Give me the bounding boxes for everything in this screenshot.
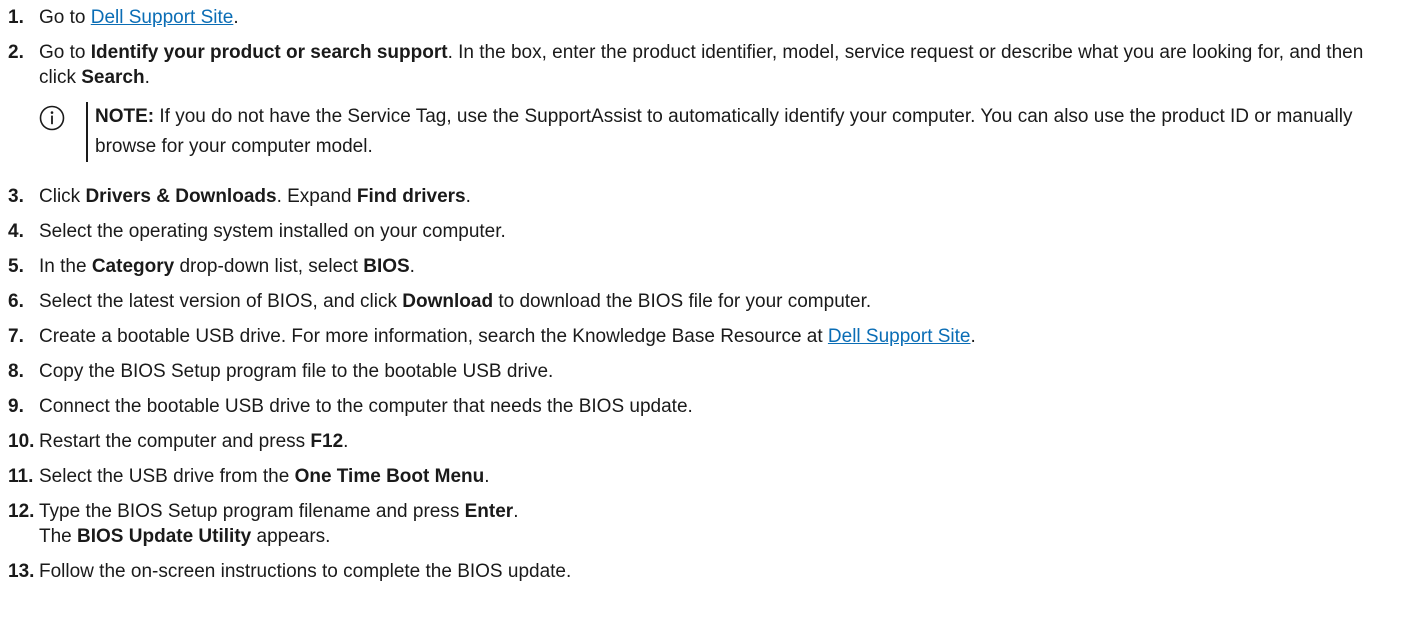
step-number: 5. (8, 256, 24, 277)
note-divider (86, 102, 88, 162)
step-1: 1. Go to Dell Support Site. (8, 7, 239, 28)
step-11: 11. Select the USB drive from the One Ti… (8, 466, 490, 487)
step-5: 5. In the Category drop-down list, selec… (8, 256, 415, 277)
step-number: 4. (8, 221, 24, 242)
procedure-steps: 1. Go to Dell Support Site. 2. Go to Ide… (8, 5, 1398, 594)
note-text: NOTE: If you do not have the Service Tag… (95, 106, 1353, 157)
step-4: 4. Select the operating system installed… (8, 221, 506, 242)
step-13: 13. Follow the on-screen instructions to… (8, 561, 572, 582)
dell-support-site-link[interactable]: Dell Support Site (828, 326, 971, 347)
step-number: 11. (8, 466, 34, 487)
note-label: NOTE: (95, 106, 155, 127)
step-number: 7. (8, 326, 24, 347)
step-number: 9. (8, 396, 24, 417)
step-number: 8. (8, 361, 24, 382)
dell-support-site-link[interactable]: Dell Support Site (91, 7, 234, 28)
step-number: 3. (8, 186, 24, 207)
step-number: 2. (8, 42, 24, 63)
note-box: NOTE: If you do not have the Service Tag… (39, 102, 1398, 162)
step-number: 10. (8, 431, 35, 452)
step-number: 1. (8, 7, 24, 28)
step-7: 7. Create a bootable USB drive. For more… (8, 326, 976, 347)
step-6: 6. Select the latest version of BIOS, an… (8, 291, 872, 312)
step-9: 9. Connect the bootable USB drive to the… (8, 396, 693, 417)
step-8: 8. Copy the BIOS Setup program file to t… (8, 361, 554, 382)
step-number: 12. (8, 501, 35, 522)
step-10: 10. Restart the computer and press F12. (8, 431, 349, 452)
info-circle-icon (39, 105, 65, 131)
step-12: 12. Type the BIOS Setup program filename… (8, 501, 519, 547)
step-number: 6. (8, 291, 24, 312)
step-number: 13. (8, 561, 35, 582)
step-3: 3. Click Drivers & Downloads. Expand Fin… (8, 186, 471, 207)
step-2: 2. Go to Identify your product or search… (8, 40, 1398, 162)
